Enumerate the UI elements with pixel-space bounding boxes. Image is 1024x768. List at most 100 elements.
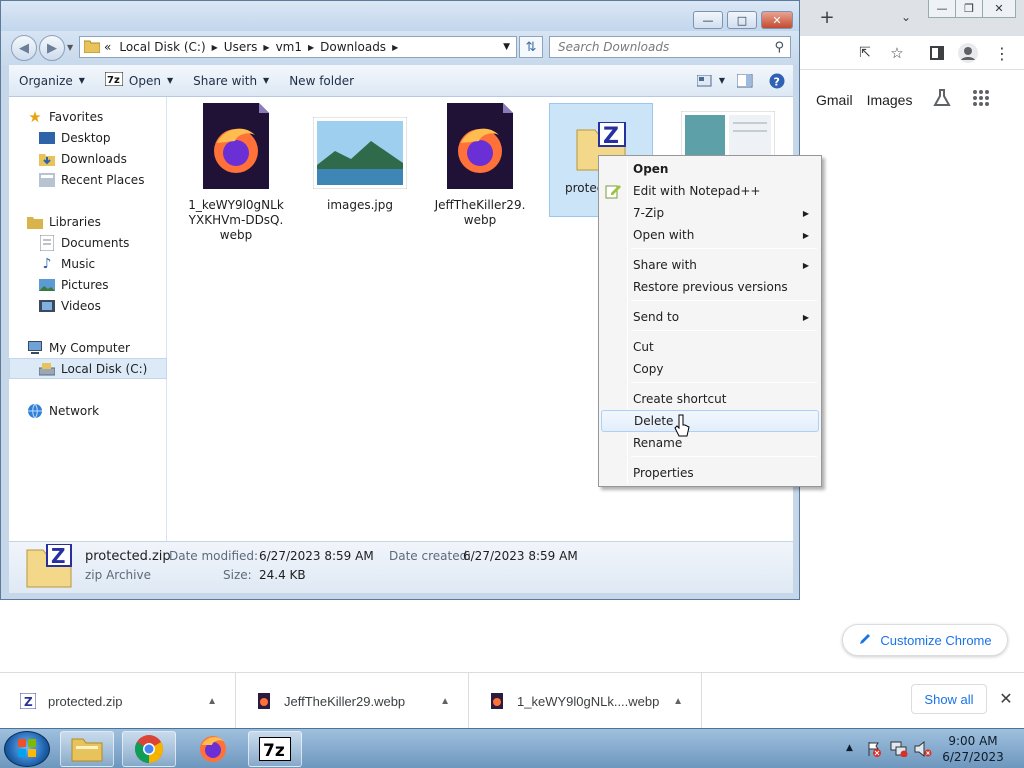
search-icon[interactable]: ⚲: [774, 40, 784, 55]
nav-local-disk[interactable]: Local Disk (C:): [9, 358, 167, 379]
images-link[interactable]: Images: [867, 92, 913, 108]
breadcrumb-users[interactable]: Users ▶: [224, 40, 270, 54]
taskbar-chrome-button[interactable]: [122, 731, 176, 767]
menu-item-properties[interactable]: Properties: [601, 462, 819, 484]
breadcrumb-vm1[interactable]: vm1 ▶: [276, 40, 315, 54]
bookmark-star-icon[interactable]: ☆: [886, 42, 908, 64]
menu-item-send-to[interactable]: Send to ▶: [601, 306, 819, 328]
nav-music[interactable]: ♪ Music: [9, 253, 167, 274]
file-item-webp-1[interactable]: 1_keWY9l0gNLkYXKHVm-DDsQ.webp: [183, 103, 289, 243]
organize-button[interactable]: Organize ▼: [9, 65, 95, 97]
menu-separator: [631, 248, 817, 249]
menu-item-7zip[interactable]: 7-Zip ▶: [601, 202, 819, 224]
windows-taskbar: 7z ▲ 9:00 AM 6/27/2023: [0, 728, 1024, 768]
nav-my-computer[interactable]: My Computer: [9, 337, 167, 358]
customize-chrome-button[interactable]: Customize Chrome: [842, 624, 1008, 656]
menu-item-share-with[interactable]: Share with ▶: [601, 254, 819, 276]
start-button[interactable]: [4, 731, 50, 767]
organize-label: Organize: [19, 73, 73, 88]
breadcrumb-downloads[interactable]: Downloads ▶: [320, 40, 398, 54]
close-download-shelf-icon[interactable]: ✕: [996, 688, 1016, 708]
details-size-label: Size:: [223, 568, 252, 582]
menu-item-create-shortcut[interactable]: Create shortcut: [601, 388, 819, 410]
share-icon[interactable]: ⇱: [854, 42, 876, 64]
share-with-button[interactable]: Share with ▼: [183, 65, 279, 97]
forward-arrow-icon[interactable]: ▶: [39, 35, 65, 61]
nav-favorites[interactable]: ★ Favorites: [9, 106, 167, 127]
nav-desktop[interactable]: Desktop: [9, 127, 167, 148]
download-item-jeff[interactable]: JeffTheKiller29.webp ▲: [236, 673, 469, 729]
menu-item-open-with[interactable]: Open with ▶: [601, 224, 819, 246]
chrome-menu-icon[interactable]: ⋮: [992, 42, 1012, 64]
change-view-button[interactable]: ▼: [693, 65, 729, 97]
open-button[interactable]: 7z Open ▼: [95, 65, 183, 97]
menu-item-rename[interactable]: Rename: [601, 432, 819, 454]
menu-item-cut[interactable]: Cut: [601, 336, 819, 358]
taskbar-explorer-button[interactable]: [60, 731, 114, 767]
action-center-flag-icon[interactable]: [866, 741, 882, 760]
apps-grid-icon[interactable]: [972, 89, 990, 110]
desktop-icon: [39, 130, 55, 146]
file-item-images-jpg[interactable]: images.jpg: [307, 103, 413, 213]
submenu-arrow-icon: ▶: [802, 312, 809, 322]
help-icon[interactable]: ?: [761, 65, 793, 97]
breadcrumb-label: Local Disk (C:): [119, 40, 206, 54]
chrome-restore-button[interactable]: ❐: [955, 0, 983, 18]
new-folder-button[interactable]: New folder: [279, 65, 364, 97]
download-item-protected-zip[interactable]: Z protected.zip ▲: [0, 673, 236, 729]
address-bar[interactable]: « Local Disk (C:) ▶ Users ▶ vm1 ▶ Downloads…: [79, 36, 517, 58]
system-clock[interactable]: 9:00 AM 6/27/2023: [936, 733, 1010, 765]
chevron-up-icon[interactable]: ▲: [207, 696, 217, 707]
nav-videos[interactable]: Videos: [9, 295, 167, 316]
nav-pictures[interactable]: Pictures: [9, 274, 167, 295]
nav-documents[interactable]: Documents: [9, 232, 167, 253]
search-box[interactable]: ⚲: [549, 36, 791, 58]
address-dropdown-icon[interactable]: ▼: [503, 42, 510, 52]
show-hidden-icons-icon[interactable]: ▲: [846, 743, 853, 753]
gmail-link[interactable]: Gmail: [816, 92, 853, 108]
breadcrumb-local-disk[interactable]: Local Disk (C:) ▶: [119, 40, 217, 54]
navigation-pane: ★ Favorites Desktop Downloads Recent Plac…: [9, 97, 167, 541]
chevron-up-icon[interactable]: ▲: [673, 696, 683, 707]
tab-search-chevron-icon[interactable]: ⌄: [896, 6, 916, 28]
file-name: 1_keWY9l0gNLkYXKHVm-DDsQ.webp: [188, 198, 284, 242]
breadcrumb-arrow-icon[interactable]: ▶: [308, 43, 314, 52]
nav-libraries[interactable]: Libraries: [9, 211, 167, 232]
show-all-downloads-button[interactable]: Show all: [911, 684, 987, 714]
menu-item-restore-versions[interactable]: Restore previous versions: [601, 276, 819, 298]
minimize-button[interactable]: —: [693, 11, 723, 29]
nav-downloads[interactable]: Downloads: [9, 148, 167, 169]
download-item-kewy[interactable]: 1_keWY9l0gNLk....webp ▲: [469, 673, 702, 729]
menu-item-delete[interactable]: Delete: [601, 410, 819, 432]
preview-pane-icon[interactable]: [729, 65, 761, 97]
breadcrumb-arrow-icon[interactable]: ▶: [212, 43, 218, 52]
recent-pages-chevron-icon[interactable]: ▼: [67, 43, 73, 52]
breadcrumb-arrow-icon[interactable]: ▶: [392, 43, 398, 52]
nav-recent-places[interactable]: Recent Places: [9, 169, 167, 190]
network-status-icon[interactable]: [890, 741, 908, 760]
file-item-jeffthekiller[interactable]: JeffTheKiller29.webp: [427, 103, 533, 228]
close-button[interactable]: ✕: [761, 11, 793, 29]
menu-item-open[interactable]: Open: [601, 158, 819, 180]
taskbar-firefox-button[interactable]: [186, 731, 240, 767]
new-tab-button[interactable]: +: [816, 6, 838, 28]
volume-muted-icon[interactable]: [914, 740, 932, 760]
chrome-close-button[interactable]: ✕: [982, 0, 1016, 18]
taskbar-7zip-button[interactable]: 7z: [248, 731, 302, 767]
search-input[interactable]: [558, 40, 758, 54]
nav-network[interactable]: Network: [9, 400, 167, 421]
chevron-up-icon[interactable]: ▲: [440, 696, 450, 707]
back-arrow-icon[interactable]: ◀: [11, 35, 37, 61]
profile-avatar-icon[interactable]: [956, 41, 980, 65]
submenu-arrow-icon: ▶: [802, 208, 809, 218]
menu-item-copy[interactable]: Copy: [601, 358, 819, 380]
side-panel-icon[interactable]: [926, 42, 948, 64]
labs-flask-icon[interactable]: [932, 88, 952, 111]
refresh-icon[interactable]: ⇅: [519, 36, 543, 58]
maximize-button[interactable]: □: [727, 11, 757, 29]
chrome-minimize-button[interactable]: —: [928, 0, 956, 18]
menu-item-edit-notepadpp[interactable]: Edit with Notepad++: [601, 180, 819, 202]
address-overflow[interactable]: «: [104, 40, 111, 54]
breadcrumb-arrow-icon[interactable]: ▶: [263, 43, 269, 52]
nav-label: Pictures: [61, 277, 109, 292]
